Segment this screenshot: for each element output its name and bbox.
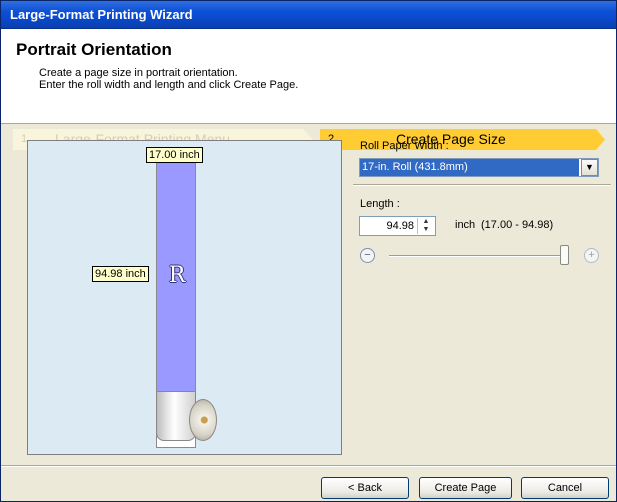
roll-paper-width-value: 17-in. Roll (431.8mm) <box>360 159 579 176</box>
length-tag: 94.98 inch <box>92 266 149 282</box>
create-page-button[interactable]: Create Page <box>419 477 512 499</box>
description-line-1: Create a page size in portrait orientati… <box>39 67 238 79</box>
orientation-mark: R <box>168 263 186 288</box>
length-range: (17.00 - 94.98) <box>481 219 554 231</box>
roll-end-icon <box>189 399 217 441</box>
title-bar[interactable]: Large-Format Printing Wizard <box>1 1 616 29</box>
window-title: Large-Format Printing Wizard <box>10 7 193 22</box>
description-line-2: Enter the roll width and length and clic… <box>39 79 299 91</box>
divider <box>353 184 611 186</box>
length-slider-track[interactable] <box>389 255 561 257</box>
spin-down-icon[interactable]: ▼ <box>418 226 434 234</box>
wizard-header: Portrait Orientation Create a page size … <box>1 29 616 150</box>
back-button[interactable]: < Back <box>321 477 409 499</box>
roll-paper-width-select[interactable]: 17-in. Roll (431.8mm) ▼ <box>359 158 599 177</box>
length-label: Length : <box>360 198 400 210</box>
length-spinner[interactable]: ▲ ▼ <box>417 218 434 234</box>
wizard-window: Large-Format Printing Wizard Portrait Or… <box>0 0 617 502</box>
length-input[interactable]: 94.98 ▲ ▼ <box>359 216 436 236</box>
footer-divider <box>1 465 616 467</box>
page-title: Portrait Orientation <box>16 40 172 59</box>
chevron-down-icon[interactable]: ▼ <box>581 159 598 176</box>
zoom-minus-icon[interactable]: − <box>360 248 375 263</box>
cancel-button[interactable]: Cancel <box>521 477 609 499</box>
width-tag: 17.00 inch <box>146 147 203 163</box>
page-description: Create a page size in portrait orientati… <box>39 67 298 91</box>
zoom-plus-icon[interactable]: + <box>584 248 599 263</box>
length-value: 94.98 <box>386 220 414 232</box>
roll-paper-width-label: Roll Paper Width : <box>360 140 449 152</box>
spin-up-icon[interactable]: ▲ <box>418 218 434 226</box>
length-slider-thumb[interactable] <box>560 245 569 265</box>
length-unit: inch <box>455 219 476 231</box>
